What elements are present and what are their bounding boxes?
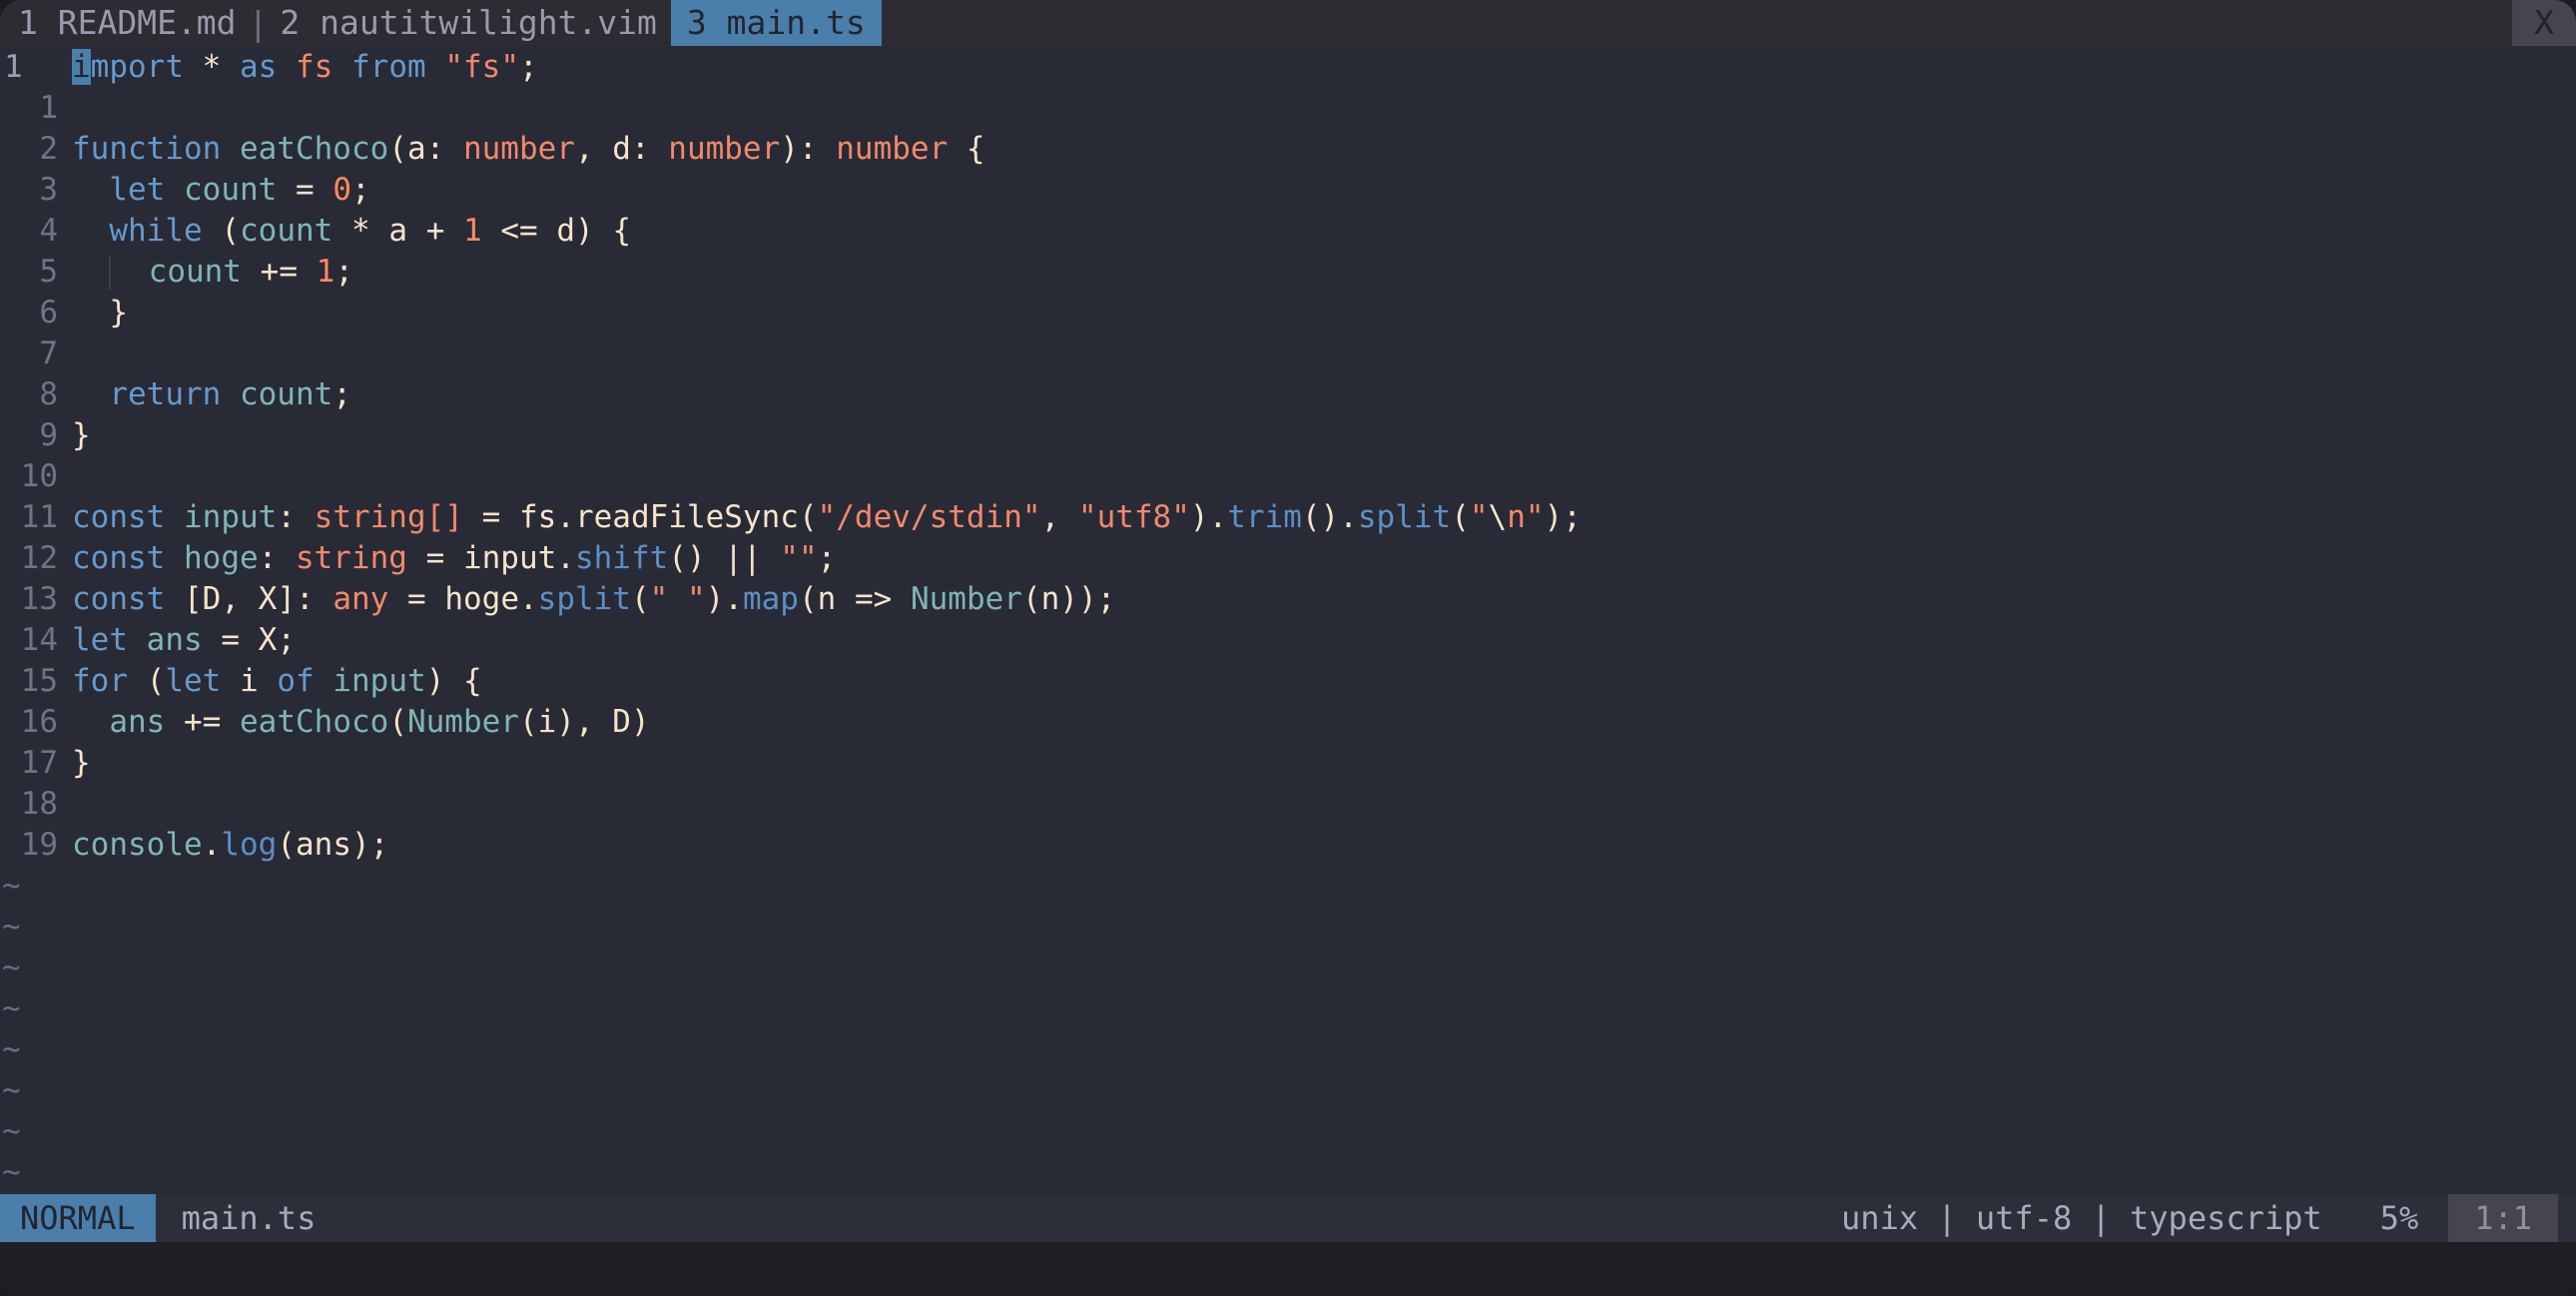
code-line-6: 5 count += 1; bbox=[0, 251, 2576, 292]
code-line-16: 15 for (let i of input) { bbox=[0, 660, 2576, 701]
status-badge-mode: NORMAL bbox=[0, 1194, 156, 1242]
tab-nautitwilight-vim[interactable]: 2 nautitwilight.vim bbox=[280, 0, 657, 46]
line-number: 8 bbox=[39, 375, 58, 412]
code-line-9-text: return count; bbox=[109, 375, 351, 412]
tab-main-ts[interactable]: 3 main.ts bbox=[670, 0, 882, 46]
code-buffer[interactable]: 1 import * as fs from "fs"; 1 2 function… bbox=[0, 46, 2576, 1194]
statusline-filename: main.ts bbox=[181, 1199, 317, 1237]
statusline: NORMAL main.ts unix | utf-8 | typescript… bbox=[0, 1194, 2576, 1242]
tilde-icon: ~ bbox=[2, 1071, 21, 1108]
line-number: 15 bbox=[20, 662, 58, 699]
empty-line-marker-row: ~ bbox=[0, 1028, 2576, 1069]
code-line-10: 9 } bbox=[0, 414, 2576, 455]
empty-line-marker-row: ~ bbox=[0, 947, 2576, 987]
window-bottom-chrome bbox=[0, 1242, 2576, 1296]
code-line-7: 6 } bbox=[0, 292, 2576, 332]
code-line-1: 1 import * as fs from "fs"; bbox=[0, 46, 2576, 87]
empty-line-marker-row: ~ bbox=[0, 1151, 2576, 1192]
line-number: 16 bbox=[20, 703, 58, 740]
line-number: 11 bbox=[20, 498, 58, 535]
tabline: 1 README.md | 2 nautitwilight.vim 3 main… bbox=[0, 0, 2576, 46]
code-line-9: 8 return count; bbox=[0, 373, 2576, 414]
empty-line-marker-row: ~ bbox=[0, 1069, 2576, 1110]
code-line-4: 3 let count = 0; bbox=[0, 169, 2576, 210]
code-line-5-text: while (count * a + 1 <= d) { bbox=[109, 212, 632, 249]
tilde-icon: ~ bbox=[2, 1030, 21, 1067]
line-number: 17 bbox=[20, 744, 58, 781]
code-line-12-text: const input: string[] = fs.readFileSync(… bbox=[72, 498, 1582, 535]
line-number: 6 bbox=[39, 294, 58, 330]
code-line-16-text: for (let i of input) { bbox=[72, 662, 482, 699]
line-number: 2 bbox=[39, 130, 58, 167]
code-line-14: 13 const [D, X]: any = hoge.split(" ").m… bbox=[0, 578, 2576, 619]
tilde-icon: ~ bbox=[2, 949, 21, 985]
line-number: 1 bbox=[39, 89, 58, 126]
line-number: 13 bbox=[20, 580, 58, 617]
code-line-2: 1 bbox=[0, 87, 2576, 128]
code-line-18-text: } bbox=[72, 744, 91, 781]
code-line-13-text: const hoge: string = input.shift() || ""… bbox=[72, 539, 837, 576]
code-line-17: 16 ans += eatChoco(Number(i), D) bbox=[0, 701, 2576, 742]
line-number-absolute: 1 bbox=[4, 48, 23, 85]
code-line-11: 10 bbox=[0, 455, 2576, 496]
tilde-icon: ~ bbox=[2, 1112, 21, 1149]
code-line-3-text: function eatChoco(a: number, d: number):… bbox=[72, 130, 985, 167]
code-line-10-text: } bbox=[72, 416, 91, 453]
tabline-filler bbox=[882, 0, 2512, 46]
tab-separator: | bbox=[248, 3, 269, 43]
tab-readme-md[interactable]: 1 README.md bbox=[0, 0, 237, 46]
code-line-8: 7 bbox=[0, 332, 2576, 373]
code-line-18: 17 } bbox=[0, 742, 2576, 783]
line-number: 5 bbox=[39, 253, 58, 290]
line-number: 7 bbox=[39, 334, 58, 371]
code-line-20: 19 console.log(ans); bbox=[0, 824, 2576, 865]
empty-line-marker-row: ~ bbox=[0, 865, 2576, 906]
tilde-icon: ~ bbox=[2, 989, 21, 1026]
code-line-12: 11 const input: string[] = fs.readFileSy… bbox=[0, 496, 2576, 537]
line-number: 3 bbox=[39, 171, 58, 208]
code-line-15-text: let ans = X; bbox=[72, 621, 296, 658]
code-line-13: 12 const hoge: string = input.shift() ||… bbox=[0, 537, 2576, 578]
line-number: 14 bbox=[20, 621, 58, 658]
code-line-19: 18 bbox=[0, 783, 2576, 824]
line-number: 12 bbox=[20, 539, 58, 576]
line-number: 4 bbox=[39, 212, 58, 249]
code-line-15: 14 let ans = X; bbox=[0, 619, 2576, 660]
empty-line-marker-row: ~ bbox=[0, 1110, 2576, 1151]
code-line-5: 4 while (count * a + 1 <= d) { bbox=[0, 210, 2576, 251]
line-number: 19 bbox=[20, 826, 58, 863]
indent-guide bbox=[109, 255, 112, 290]
statusline-cursor-position: 1:1 bbox=[2448, 1194, 2558, 1242]
line-number: 9 bbox=[39, 416, 58, 453]
tilde-icon: ~ bbox=[2, 867, 21, 904]
statusline-fileinfo: unix | utf-8 | typescript bbox=[1841, 1199, 2322, 1237]
editor-window: 1 README.md | 2 nautitwilight.vim 3 main… bbox=[0, 0, 2576, 1296]
empty-line-marker-row: ~ bbox=[0, 906, 2576, 947]
code-line-20-text: console.log(ans); bbox=[72, 826, 389, 863]
code-line-7-text: } bbox=[109, 294, 128, 330]
statusline-scroll-percent: 5% bbox=[2379, 1199, 2419, 1237]
tilde-icon: ~ bbox=[2, 908, 21, 945]
line-number: 10 bbox=[20, 457, 58, 494]
code-line-1-text: import * as fs from "fs"; bbox=[72, 48, 538, 85]
empty-line-marker-row: ~ bbox=[0, 987, 2576, 1028]
code-line-14-text: const [D, X]: any = hoge.split(" ").map(… bbox=[72, 580, 1116, 617]
code-line-3: 2 function eatChoco(a: number, d: number… bbox=[0, 128, 2576, 169]
tilde-icon: ~ bbox=[2, 1153, 21, 1190]
line-number: 18 bbox=[20, 785, 58, 822]
code-line-6-text: count += 1; bbox=[72, 254, 2576, 290]
close-icon[interactable]: X bbox=[2512, 0, 2576, 46]
code-line-4-text: let count = 0; bbox=[109, 171, 370, 208]
code-line-17-text: ans += eatChoco(Number(i), D) bbox=[109, 703, 650, 740]
